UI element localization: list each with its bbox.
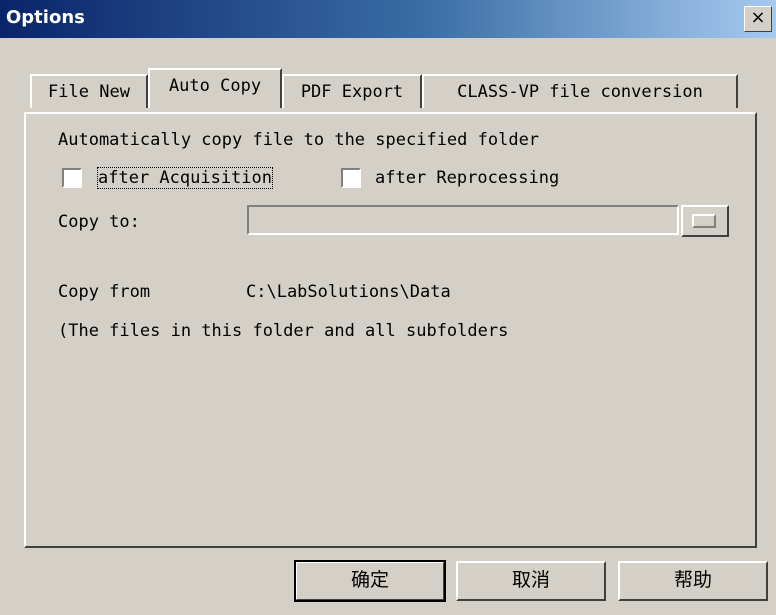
tab-file-new[interactable]: File New: [30, 74, 148, 108]
tab-auto-copy[interactable]: Auto Copy: [148, 68, 282, 108]
tab-label: PDF Export: [300, 82, 404, 102]
tab-class-vp-file-conversion[interactable]: CLASS-VP file conversion: [422, 74, 738, 108]
copy-to-label: Copy to:: [58, 212, 140, 232]
ok-button[interactable]: 确定: [294, 560, 446, 602]
tab-label: CLASS-VP file conversion: [457, 82, 703, 102]
title-bar[interactable]: Options ×: [0, 0, 776, 38]
close-button[interactable]: ×: [744, 6, 772, 32]
dialog-title: Options: [6, 7, 85, 28]
copy-from-label: Copy from: [58, 282, 151, 302]
copy-from-path: C:\LabSolutions\Data: [246, 282, 451, 302]
folder-icon: [692, 214, 716, 228]
after-acquisition-checkbox[interactable]: [62, 168, 82, 188]
cancel-button[interactable]: 取消: [456, 561, 606, 601]
close-icon: ×: [750, 7, 766, 28]
tab-label: File New: [48, 82, 130, 102]
tab-pdf-export[interactable]: PDF Export: [282, 74, 422, 108]
help-button[interactable]: 帮助: [618, 561, 768, 601]
auto-copy-heading: Automatically copy file to the specified…: [58, 130, 540, 150]
copy-to-field[interactable]: [247, 205, 679, 235]
after-reprocessing-checkbox[interactable]: [341, 168, 361, 188]
browse-button[interactable]: [681, 205, 729, 237]
options-dialog: Options × File New Auto Copy PDF Export …: [0, 0, 776, 615]
subfolders-note: (The files in this folder and all subfol…: [58, 321, 509, 341]
tab-label: Auto Copy: [168, 76, 262, 96]
after-reprocessing-label[interactable]: after Reprocessing: [375, 168, 559, 188]
after-acquisition-label[interactable]: after Acquisition: [97, 167, 273, 189]
